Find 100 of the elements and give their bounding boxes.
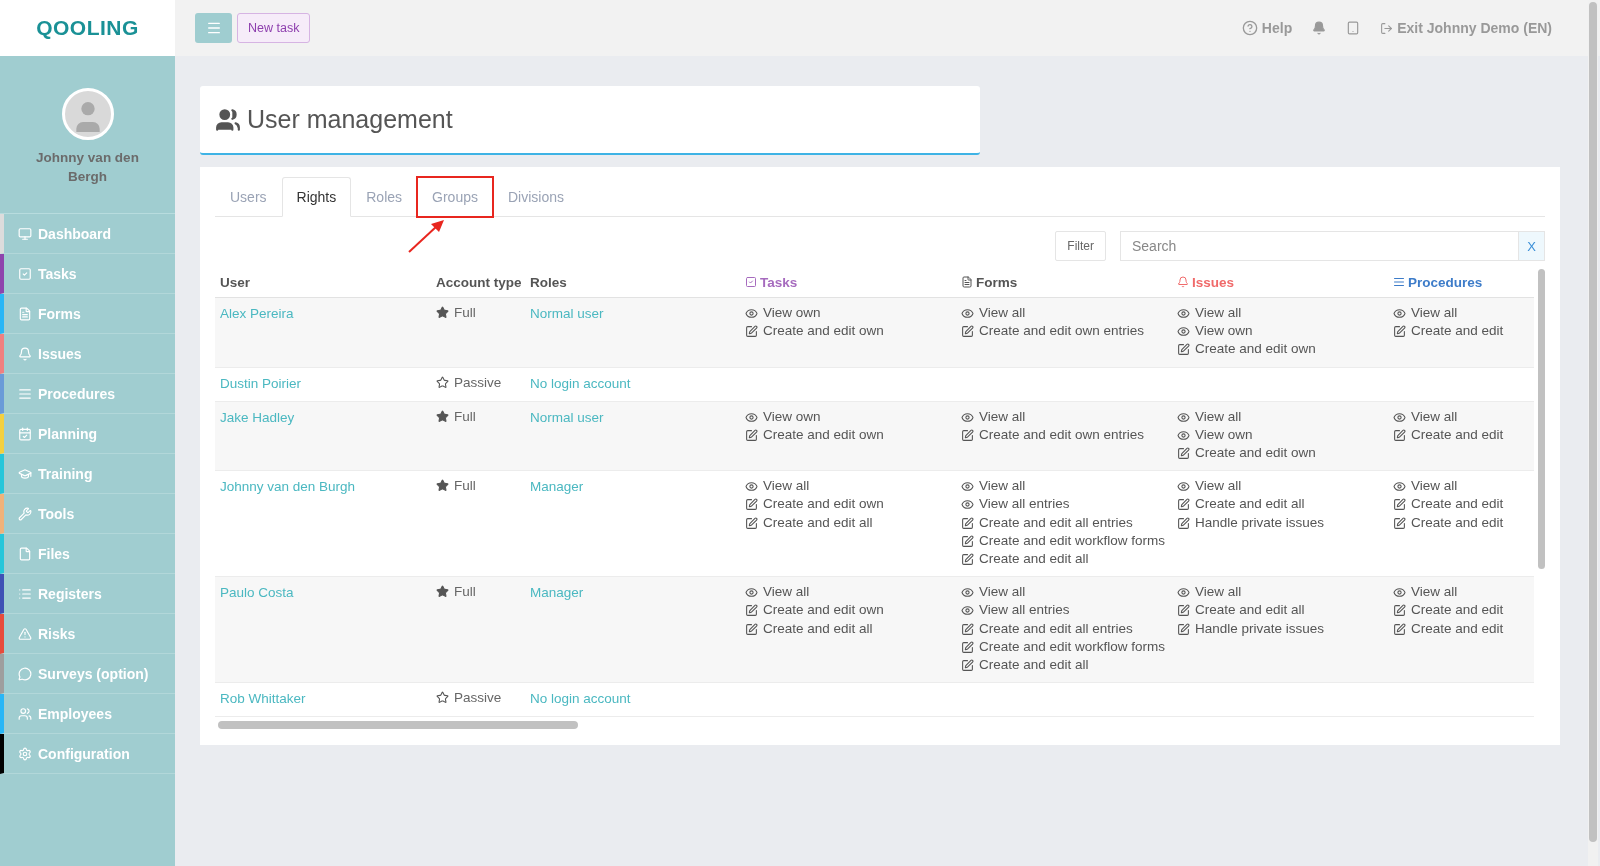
permission-text: Create and edit <box>1411 425 1505 444</box>
role-link[interactable]: No login account <box>530 375 631 391</box>
sidebar-item[interactable]: Configuration <box>0 734 175 774</box>
sidebar-item[interactable]: Forms <box>0 294 175 334</box>
permission-text: View all <box>979 583 1027 602</box>
search-field[interactable]: Search X <box>1120 231 1545 261</box>
monitor-icon <box>18 226 32 241</box>
permission-text: Create and edit all <box>763 619 874 638</box>
tab[interactable]: Users <box>215 177 282 217</box>
list-icon <box>18 386 32 401</box>
permission-text: Create and edit own <box>763 322 885 341</box>
sidebar-item[interactable]: Procedures <box>0 374 175 414</box>
account-type: Full <box>454 477 476 496</box>
user-name: Johnny van den Bergh <box>35 149 140 186</box>
permission-text: View all entries <box>979 495 1071 514</box>
permission-text: View own <box>1195 425 1254 444</box>
exit-link[interactable]: Exit Johnny Demo (EN) <box>1380 20 1552 36</box>
vertical-scrollbar[interactable] <box>1538 269 1545 569</box>
help-link[interactable]: Help <box>1241 20 1293 36</box>
calendar-icon <box>18 426 32 441</box>
sidebar-item[interactable]: Surveys (option) <box>0 654 175 694</box>
bell-icon[interactable] <box>1312 21 1327 35</box>
permission-text: View all entries <box>979 601 1071 620</box>
sidebar-item[interactable]: Training <box>0 454 175 494</box>
checkbox-icon <box>18 266 32 281</box>
sidebar-item[interactable]: Employees <box>0 694 175 734</box>
permission-text: View all <box>1411 304 1459 322</box>
account-type: Passive <box>454 373 502 392</box>
account-type: Passive <box>454 689 502 708</box>
permission-text: View all <box>1195 583 1243 602</box>
permission-text: Create and edit all entries <box>979 513 1134 532</box>
filter-button[interactable]: Filter <box>1055 231 1106 261</box>
logout-icon <box>1380 21 1394 35</box>
menu-button[interactable] <box>195 13 232 43</box>
file-icon <box>18 546 32 561</box>
permission-text: View all <box>1411 583 1459 602</box>
permission-text: Create and edit all <box>979 656 1090 675</box>
wrench-icon <box>18 506 32 521</box>
permission-text: Create and edit own <box>763 495 885 514</box>
user-link[interactable]: Rob Whittaker <box>220 691 306 707</box>
checkbox-icon <box>745 276 757 288</box>
menu-icon <box>205 20 222 36</box>
new-task-button[interactable]: New task <box>237 13 311 43</box>
bell-icon <box>1177 276 1189 288</box>
role-link[interactable]: Normal user <box>530 306 604 321</box>
sidebar-item[interactable]: Registers <box>0 574 175 614</box>
permission-text: Create and edit own entries <box>979 322 1146 341</box>
permission-text: Handle private issues <box>1195 619 1326 638</box>
document-icon <box>961 276 973 288</box>
permission-text: View all <box>763 583 811 602</box>
sidebar-item[interactable]: Files <box>0 534 175 574</box>
people-icon <box>18 706 32 721</box>
permission-text: Create and edit <box>1411 495 1505 514</box>
tab[interactable]: Divisions <box>492 177 579 217</box>
permission-text: Create and edit all <box>979 550 1090 569</box>
tab[interactable]: Groups <box>417 177 493 217</box>
account-type: Full <box>454 407 476 426</box>
help-icon <box>1241 20 1258 36</box>
annotation-arrow <box>408 220 444 253</box>
role-link[interactable]: Manager <box>530 585 584 601</box>
permission-text: Create and edit <box>1411 619 1505 638</box>
account-type: Full <box>454 304 476 322</box>
column-header: Tasks <box>760 274 798 290</box>
role-link[interactable]: Normal user <box>530 409 604 425</box>
column-header: Account type <box>436 274 522 290</box>
avatar <box>61 88 114 140</box>
user-link[interactable]: Dustin Poirier <box>220 375 302 391</box>
page-scrollbar[interactable] <box>1589 2 1597 842</box>
user-link[interactable]: Alex Pereira <box>220 306 294 321</box>
sidebar-item[interactable]: Dashboard <box>0 214 175 254</box>
sidebar-item[interactable]: Tools <box>0 494 175 534</box>
clear-button[interactable]: X <box>1518 232 1544 260</box>
permission-text: View all <box>1411 477 1459 496</box>
horizontal-scrollbar[interactable] <box>218 721 578 730</box>
user-link[interactable]: Paulo Costa <box>220 585 294 601</box>
user-link[interactable]: Johnny van den Burgh <box>220 479 356 495</box>
permission-text: View all <box>763 477 811 496</box>
sidebar-item[interactable]: Risks <box>0 614 175 654</box>
permission-text: View own <box>763 304 822 322</box>
chat-bubble-icon <box>18 666 32 681</box>
tab[interactable]: Rights <box>281 177 352 217</box>
permission-text: Create and edit all <box>1195 495 1306 514</box>
list-icon <box>1393 276 1405 288</box>
column-header: Forms <box>976 274 1018 290</box>
user-link[interactable]: Jake Hadley <box>220 409 295 425</box>
tab[interactable]: Roles <box>351 177 418 217</box>
sidebar-item[interactable]: Planning <box>0 414 175 454</box>
permission-text: View all <box>1195 407 1243 426</box>
permission-text: Create and edit <box>1411 601 1505 620</box>
column-header: Issues <box>1192 274 1235 290</box>
permission-text: View all <box>1411 407 1459 426</box>
tablet-icon[interactable] <box>1346 21 1361 35</box>
sidebar-item[interactable]: Issues <box>0 334 175 374</box>
page-title: User management <box>247 105 453 134</box>
role-link[interactable]: No login account <box>530 691 631 707</box>
permission-text: View own <box>1195 322 1254 341</box>
role-link[interactable]: Manager <box>530 479 584 495</box>
permission-text: Create and edit all entries <box>979 619 1134 638</box>
sidebar-item[interactable]: Tasks <box>0 254 175 294</box>
permission-text: View all <box>1195 304 1243 322</box>
